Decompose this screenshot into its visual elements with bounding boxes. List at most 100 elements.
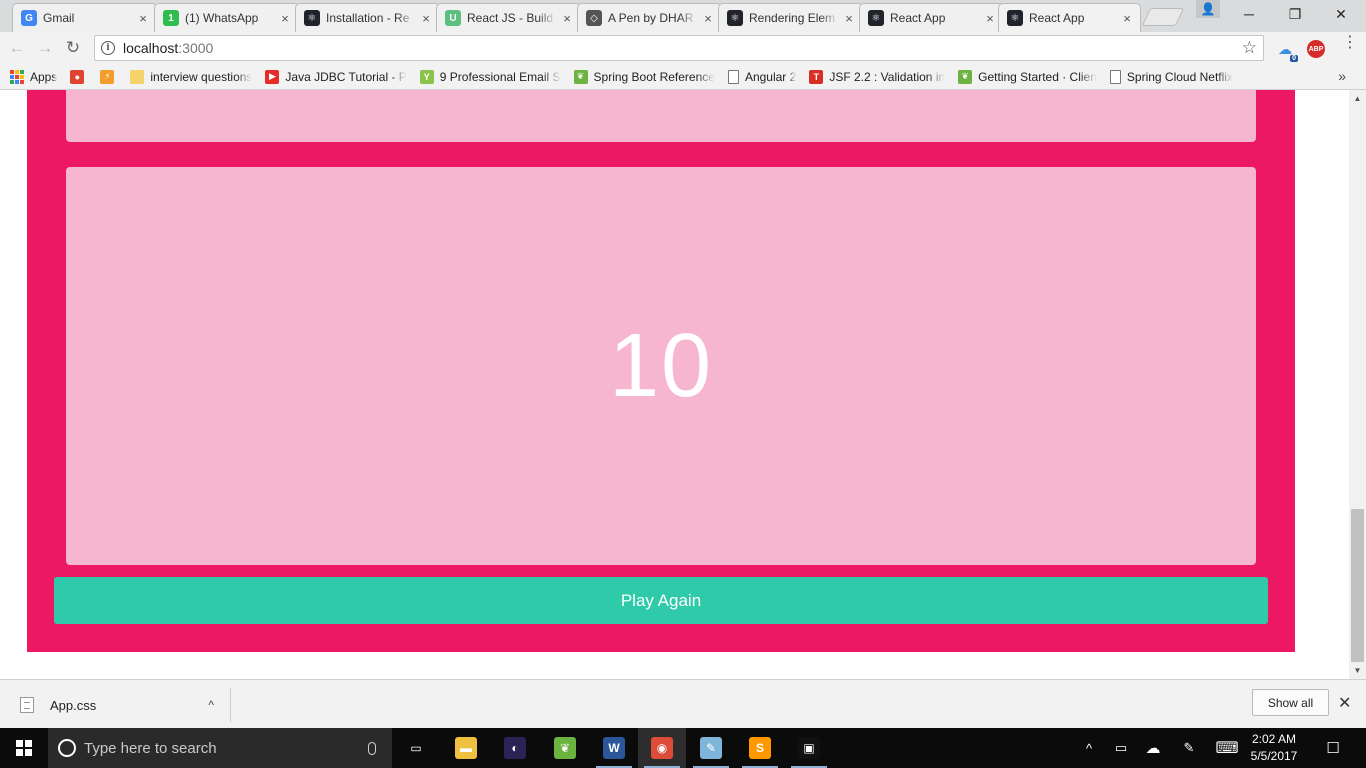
bookmark-label: 9 Professional Email S [439,69,561,84]
chrome-icon: ● [70,69,85,84]
adblock-plus-icon[interactable]: ABP [1307,40,1325,58]
site-info-icon[interactable]: i [101,41,115,55]
taskbar-app-button[interactable]: ◐ [491,728,539,768]
react-icon: ⚛ [727,10,743,26]
cmd-icon: ▣ [798,737,820,759]
browser-tab[interactable]: ◇ A Pen by DHAR × [577,3,722,32]
new-tab-button[interactable] [1141,8,1185,26]
battery-icon[interactable]: ▭ [1112,728,1130,768]
close-tab-icon[interactable]: × [419,11,433,26]
play-again-button[interactable]: Play Again [54,577,1268,624]
bookmark-item[interactable]: Spring Cloud Netflix [1109,69,1233,84]
bookmark-item[interactable]: ⚡ [100,69,120,84]
tab-strip: 👤 ─ ❐ ✕ G Gmail × 1 (1) WhatsApp × ⚛ Installati… [0,0,1366,32]
taskbar-app-button[interactable]: ◉ [638,728,686,768]
browser-tab[interactable]: ⚛ React App × [859,3,1004,32]
close-tab-icon[interactable]: × [136,11,150,26]
browser-tab[interactable]: U React JS - Build × [436,3,581,32]
address-bar[interactable]: i localhost:3000 ☆ [94,35,1264,61]
minimize-button[interactable]: ─ [1226,0,1272,28]
bookmark-item[interactable]: interview questions [130,69,252,84]
close-tab-icon[interactable]: × [983,11,997,26]
codepen-icon: ◇ [586,10,602,26]
windows-ink-icon[interactable]: ✎ [1180,728,1198,768]
close-tab-icon[interactable]: × [842,11,856,26]
bookmark-item[interactable]: ● [70,69,90,84]
show-all-button[interactable]: Show all [1252,689,1329,716]
restore-button[interactable]: ❐ [1272,0,1318,28]
sublime-icon: S [749,737,771,759]
windows-logo-icon [16,740,32,756]
browser-tab[interactable]: ⚛ React App × [998,3,1141,32]
bookmark-item[interactable]: ▶ Java JDBC Tutorial - P [265,69,407,84]
bookmark-label: Spring Boot Reference [593,69,715,84]
download-file-name[interactable]: App.css [50,698,208,713]
tab-title: Rendering Elem [749,11,836,25]
scroll-up-icon[interactable]: ▲ [1349,90,1366,107]
download-item[interactable]: App.css ^ [0,688,231,722]
taskbar-app-button[interactable]: ❦ [541,728,589,768]
taskbar-app-button[interactable]: W [590,728,638,768]
folder-icon [130,69,145,84]
clock-time: 2:02 AM [1251,732,1297,746]
clock-date: 5/5/2017 [1250,749,1298,763]
chrome-icon: ◉ [651,737,673,759]
browser-tab[interactable]: ⚛ Installation - Re × [295,3,440,32]
taskbar-app-button[interactable]: ▬ [442,728,490,768]
address-url[interactable]: localhost:3000 [123,40,1242,56]
bookmark-item[interactable]: ❦ Getting Started · Clien [958,69,1097,84]
page-icon [1109,69,1121,84]
bookmark-item[interactable]: Y 9 Professional Email S [419,69,561,84]
reload-button[interactable]: ↻ [62,38,84,58]
taskbar-app-button[interactable]: ▣ [785,728,833,768]
close-tab-icon[interactable]: × [701,11,715,26]
taskbar-app-button[interactable]: S [736,728,784,768]
microphone-icon[interactable] [368,741,376,755]
taskbar-app-button[interactable]: ▭ [392,728,440,768]
bookmark-item[interactable]: Angular 2 [727,69,797,84]
close-tab-icon[interactable]: × [1120,11,1134,26]
download-shelf: App.css ^ Show all ✕ [0,679,1366,728]
page-icon [727,69,739,84]
taskbar-clock[interactable]: 2:02 AM 5/5/2017 [1244,731,1304,765]
touch-keyboard-icon[interactable]: ⌨ [1214,728,1240,768]
windows-taskbar: Type here to search ^ ▭ ☁ ✎ ⌨ 2:02 AM 5/… [0,728,1366,768]
show-hidden-icons-chevron-icon[interactable]: ^ [1080,728,1098,768]
extension-cloud-icon[interactable]: ☁ 0 [1276,40,1298,62]
scrollbar-thumb[interactable] [1351,509,1364,662]
action-center-icon[interactable]: ☐ [1322,728,1344,768]
onedrive-cloud-icon[interactable]: ☁ [1144,728,1162,768]
close-tab-icon[interactable]: × [560,11,574,26]
taskbar-search[interactable]: Type here to search [48,728,392,768]
browser-tab[interactable]: 1 (1) WhatsApp × [154,3,299,32]
tab-title: A Pen by DHAR [608,11,694,25]
page-scrollbar[interactable]: ▲ ▼ [1349,90,1366,679]
profile-icon[interactable]: 👤 [1196,0,1220,18]
whatsapp-icon: 1 [163,10,179,26]
page-viewport: 10 Play Again [0,90,1349,679]
eclipse-icon: ◐ [504,737,526,759]
back-button[interactable]: ← [6,38,28,58]
browser-tab[interactable]: G Gmail × [12,3,157,32]
forward-button[interactable]: → [34,38,56,58]
bookmarks-overflow-icon[interactable]: » [1338,68,1346,84]
cortana-icon [58,739,76,757]
close-tab-icon[interactable]: × [278,11,292,26]
bookmark-item[interactable]: ❦ Spring Boot Reference [573,69,715,84]
browser-tab[interactable]: ⚛ Rendering Elem × [718,3,863,32]
browser-toolbar: ← → ↻ i localhost:3000 ☆ ☁ 0 ABP ⋮ [0,32,1366,64]
chrome-menu-icon[interactable]: ⋮ [1342,35,1358,51]
bookmark-star-icon[interactable]: ☆ [1242,38,1257,58]
youtube-icon: ▶ [265,69,280,84]
bookmark-label: Angular 2 [744,69,797,84]
taskbar-app-button[interactable]: ✎ [687,728,735,768]
start-button[interactable] [0,728,48,768]
close-shelf-icon[interactable]: ✕ [1338,693,1351,713]
chevron-up-icon[interactable]: ^ [208,698,214,712]
tab-title: Gmail [43,11,75,25]
close-window-button[interactable]: ✕ [1318,0,1364,28]
bookmark-item[interactable]: T JSF 2.2 : Validation in [809,69,945,84]
scroll-down-icon[interactable]: ▼ [1349,662,1366,679]
bookmark-item[interactable]: Apps [10,69,57,84]
tab-title: React App [1029,11,1085,25]
